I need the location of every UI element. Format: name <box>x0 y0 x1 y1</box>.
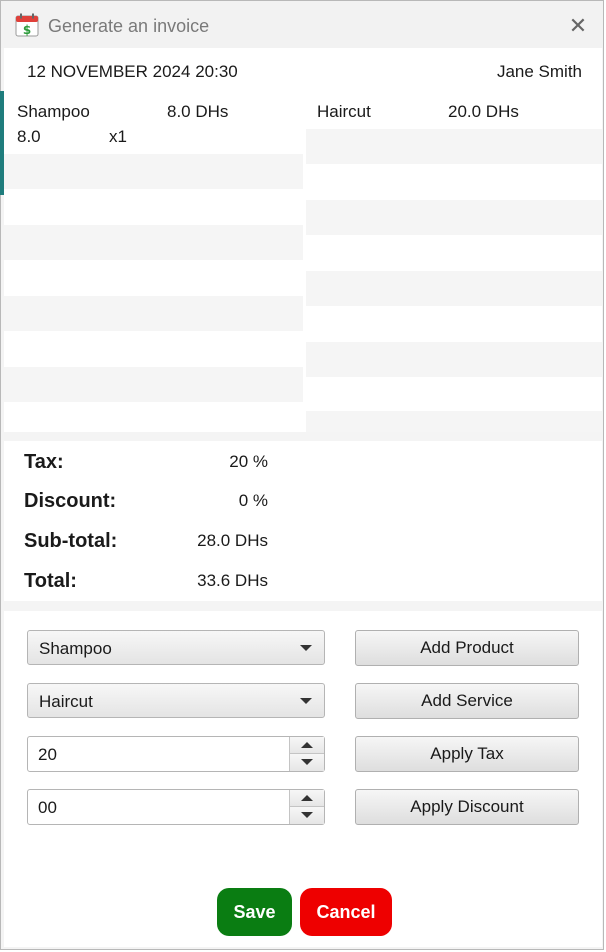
invoice-date: 12 NOVEMBER 2024 20:30 <box>27 62 238 81</box>
subtotal-value: 28.0 DHs <box>197 531 268 550</box>
empty-list-row <box>306 129 602 164</box>
service-price: 20.0 DHs <box>448 102 519 121</box>
service-name: Haircut <box>317 102 371 121</box>
tax-row: Tax: 20 % <box>4 449 304 479</box>
add-product-button[interactable]: Add Product <box>355 630 579 666</box>
discount-input[interactable] <box>29 791 300 825</box>
discount-spinner-buttons <box>289 790 324 824</box>
discount-decrement-button[interactable] <box>290 807 324 824</box>
total-row: Total: 33.6 DHs <box>4 568 304 598</box>
save-button[interactable]: Save <box>217 888 292 936</box>
services-list[interactable]: Haircut 20.0 DHs <box>306 96 602 432</box>
empty-list-row <box>306 411 602 432</box>
discount-spinner <box>27 789 325 825</box>
cancel-button[interactable]: Cancel <box>300 888 392 936</box>
discount-label: Discount: <box>24 490 117 512</box>
controls-panel: Shampoo Add Product Haircut Add Service … <box>4 611 602 947</box>
empty-list-row <box>306 342 602 377</box>
product-select-value: Shampoo <box>39 639 112 658</box>
tax-increment-button[interactable] <box>290 737 324 754</box>
list-item[interactable]: Shampoo 8.0 DHs 8.0 x1 <box>4 96 303 154</box>
empty-list-row <box>4 154 303 189</box>
subtotal-row: Sub-total: 28.0 DHs <box>4 528 304 558</box>
svg-text:$: $ <box>23 23 31 37</box>
empty-list-row <box>4 367 303 402</box>
invoice-dialog: $ Generate an invoice ✕ 12 NOVEMBER 2024… <box>0 0 604 950</box>
total-label: Total: <box>24 570 77 592</box>
chevron-down-icon <box>300 645 312 651</box>
empty-list-row <box>306 200 602 235</box>
apply-discount-button[interactable]: Apply Discount <box>355 789 579 825</box>
close-button[interactable]: ✕ <box>563 12 593 40</box>
arrow-down-icon <box>301 812 313 818</box>
product-name: Shampoo <box>17 102 90 121</box>
empty-list-row <box>4 296 303 331</box>
arrow-up-icon <box>301 742 313 748</box>
tax-value: 20 % <box>229 452 268 471</box>
dollar-calendar-icon: $ <box>15 13 39 37</box>
discount-increment-button[interactable] <box>290 790 324 807</box>
arrow-down-icon <box>301 759 313 765</box>
products-list[interactable]: Shampoo 8.0 DHs 8.0 x1 <box>4 96 303 432</box>
empty-list-row <box>306 271 602 306</box>
client-name: Jane Smith <box>496 62 582 81</box>
window-title: Generate an invoice <box>48 16 210 36</box>
discount-value: 0 % <box>238 491 268 510</box>
product-unit-price: 8.0 <box>17 127 41 146</box>
tax-input[interactable] <box>29 738 300 772</box>
service-select-value: Haircut <box>39 692 93 711</box>
chevron-down-icon <box>300 698 312 704</box>
product-select[interactable]: Shampoo <box>27 630 325 665</box>
list-item[interactable]: Haircut 20.0 DHs <box>306 96 602 131</box>
product-quantity: x1 <box>109 127 127 146</box>
invoice-items: Shampoo 8.0 DHs 8.0 x1 Haircut 20.0 DHs <box>4 96 602 432</box>
tax-label: Tax: <box>24 451 64 473</box>
tax-spinner-buttons <box>289 737 324 771</box>
subtotal-label: Sub-total: <box>24 530 118 552</box>
tax-decrement-button[interactable] <box>290 754 324 771</box>
tax-spinner <box>27 736 325 772</box>
totals-panel: Tax: 20 % Discount: 0 % Sub-total: 28.0 … <box>4 441 602 601</box>
apply-tax-button[interactable]: Apply Tax <box>355 736 579 772</box>
empty-list-row <box>4 225 303 260</box>
arrow-up-icon <box>301 795 313 801</box>
discount-row: Discount: 0 % <box>4 488 304 518</box>
service-select[interactable]: Haircut <box>27 683 325 718</box>
add-service-button[interactable]: Add Service <box>355 683 579 719</box>
title-bar: $ Generate an invoice ✕ <box>1 1 603 48</box>
invoice-header: 12 NOVEMBER 2024 20:30 Jane Smith <box>4 48 602 96</box>
product-price: 8.0 DHs <box>167 102 229 121</box>
close-icon: ✕ <box>568 13 588 38</box>
total-value: 33.6 DHs <box>197 571 268 590</box>
